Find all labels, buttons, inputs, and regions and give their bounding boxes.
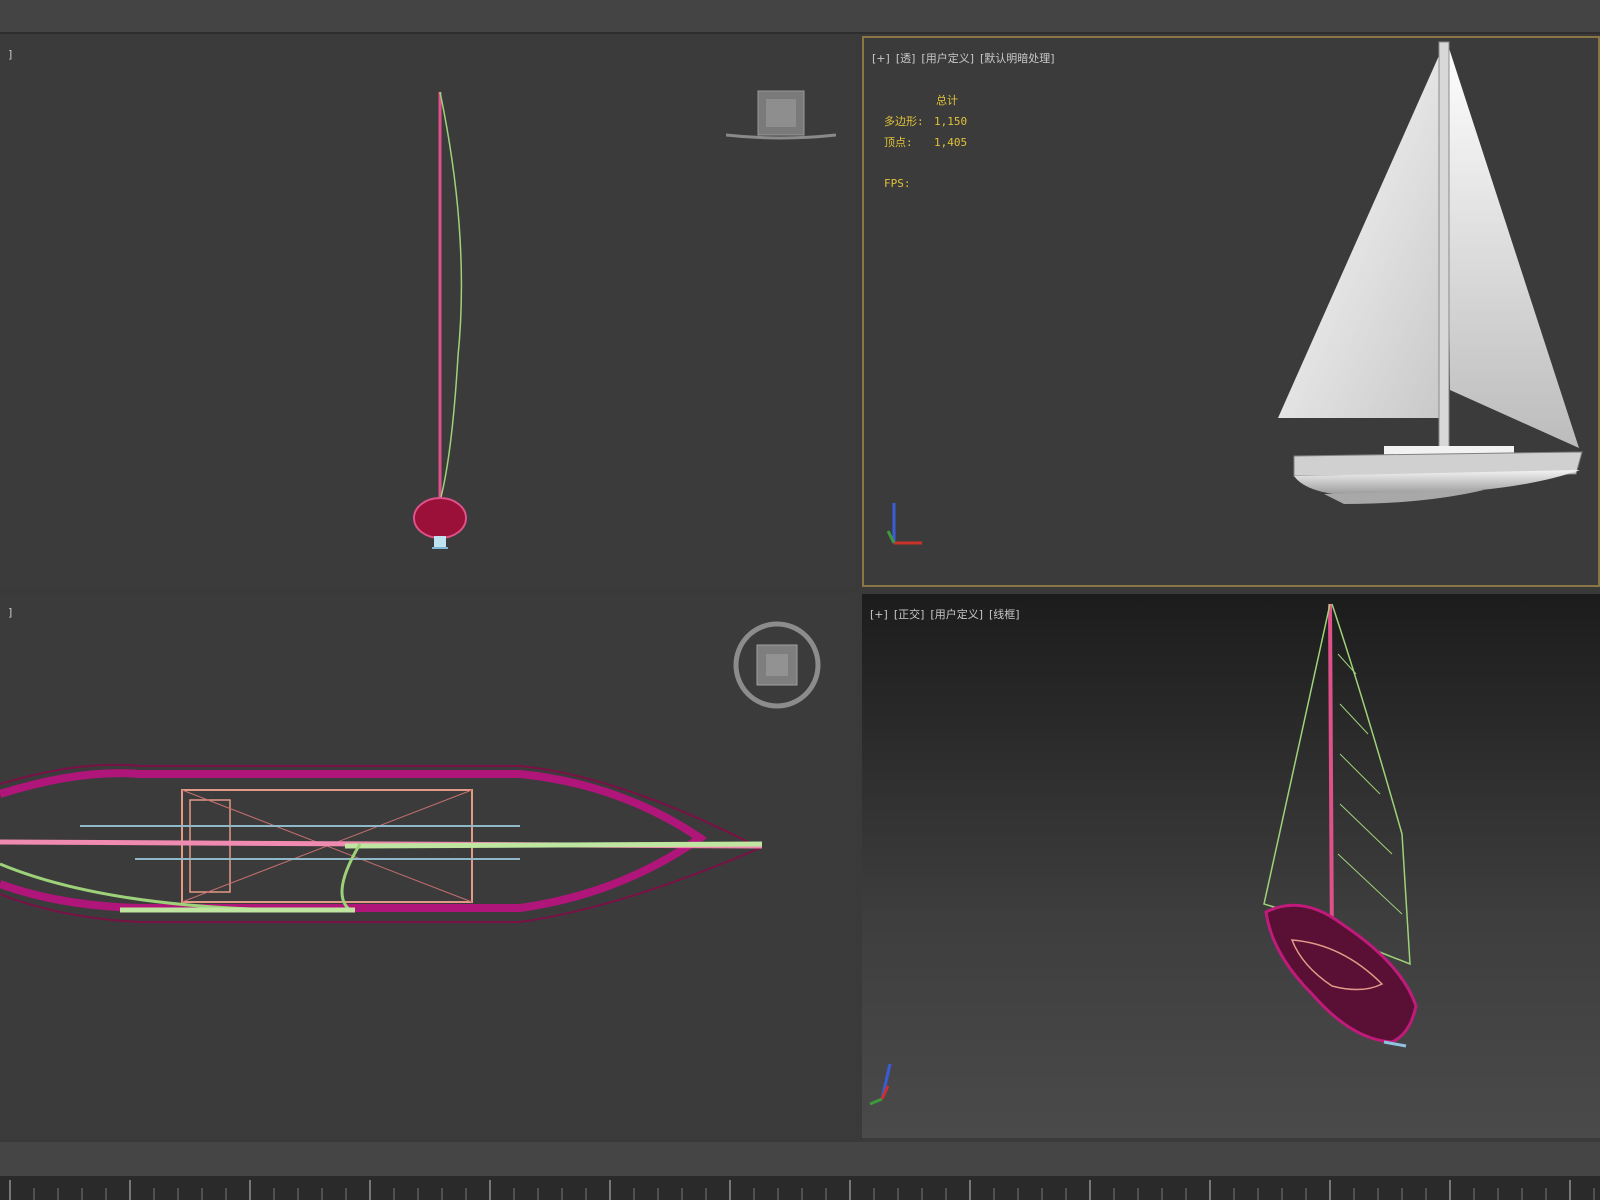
jib-sail bbox=[1278, 42, 1445, 418]
sail-curve bbox=[439, 91, 463, 502]
hull-section bbox=[413, 497, 467, 539]
mast-line bbox=[1328, 603, 1334, 951]
main-toolbar bbox=[0, 0, 1600, 34]
viewport-perspective[interactable]: [+] [透] [用户定义] [默认明暗处理] 总计 多边形: 1,150 顶点: 1,4… bbox=[862, 36, 1600, 587]
steering-wheel-icon[interactable] bbox=[730, 618, 824, 712]
hull-outline bbox=[1264, 903, 1418, 1044]
keel-section bbox=[434, 536, 446, 548]
main-sail bbox=[1447, 42, 1579, 448]
viewport-front[interactable]: ] bbox=[0, 36, 855, 587]
top-wireframe bbox=[0, 763, 763, 923]
mast bbox=[1438, 41, 1450, 448]
status-bar bbox=[0, 1142, 1600, 1176]
viewport-top[interactable]: ] bbox=[0, 594, 855, 1138]
viewcube-icon[interactable] bbox=[726, 89, 836, 144]
timeline-ticks bbox=[9, 1180, 1595, 1200]
boom-line bbox=[344, 841, 763, 849]
viewport-left[interactable]: [+] [正交] [用户定义] [线框] bbox=[862, 594, 1600, 1138]
shaded-sailboat bbox=[886, 41, 1583, 545]
perspective-wireframe bbox=[869, 603, 1418, 1106]
timeline-ruler[interactable] bbox=[0, 1176, 1600, 1200]
jib-wire bbox=[1263, 603, 1331, 925]
